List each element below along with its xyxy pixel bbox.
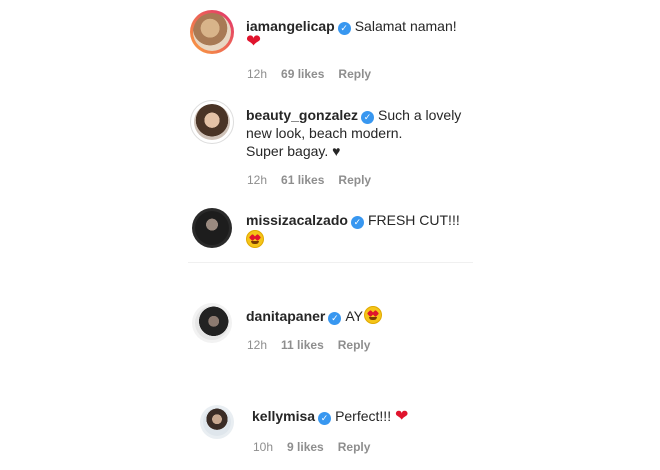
comment-time: 12h — [247, 173, 268, 187]
username[interactable]: beauty_gonzalez — [246, 107, 358, 123]
verified-check-icon: ✓ — [318, 412, 332, 425]
comment-meta: 12h 61 likes Reply — [247, 173, 385, 187]
reply-button[interactable]: Reply — [338, 338, 371, 352]
comment-body: Salamat naman! — [354, 18, 457, 34]
heart-eyes-face-emoji — [364, 306, 382, 324]
username[interactable]: kellymisa — [252, 408, 315, 424]
verified-check-icon: ✓ — [328, 312, 342, 325]
avatar[interactable] — [192, 208, 232, 248]
comment-text: iamangelicap ✓ Salamat naman! — [246, 17, 457, 35]
likes-count[interactable]: 11 likes — [281, 338, 324, 352]
divider — [188, 262, 473, 263]
comment-text: danitapaner ✓ AY — [246, 306, 382, 325]
comment-text-line: Super bagay. ♥ — [246, 143, 341, 159]
comment-meta: 10h 9 likes Reply — [253, 440, 384, 454]
verified-check-icon: ✓ — [337, 22, 351, 35]
likes-count[interactable]: 9 likes — [287, 440, 324, 454]
reply-button[interactable]: Reply — [338, 440, 371, 454]
username[interactable]: danitapaner — [246, 308, 325, 324]
verified-check-icon: ✓ — [350, 216, 364, 229]
likes-count[interactable]: 61 likes — [281, 173, 324, 187]
likes-count[interactable]: 69 likes — [281, 67, 324, 81]
comment-time: 12h — [247, 338, 268, 352]
avatar[interactable] — [200, 405, 234, 439]
reply-button[interactable]: Reply — [338, 67, 371, 81]
comment-body: Such a lovely — [378, 107, 462, 123]
red-heart-emoji: ❤ — [394, 406, 409, 425]
comment-time: 10h — [253, 440, 274, 454]
verified-check-icon: ✓ — [361, 111, 375, 124]
comment-text: missizacalzado ✓ FRESH CUT!!! — [246, 211, 460, 229]
comment-time: 12h — [247, 67, 268, 81]
comment-text: beauty_gonzalez ✓ Such a lovely — [246, 106, 461, 124]
comment-meta: 12h 69 likes Reply — [247, 67, 385, 81]
comment-body: FRESH CUT!!! — [367, 212, 460, 228]
comment-meta: 12h 11 likes Reply — [247, 338, 384, 352]
avatar[interactable] — [190, 10, 234, 54]
comment-text-line: new look, beach modern. — [246, 125, 403, 141]
heart-eyes-face-emoji — [246, 230, 264, 249]
comment-body: Perfect!!! — [335, 408, 392, 424]
comment-body: AY — [345, 308, 363, 324]
username[interactable]: missizacalzado — [246, 212, 348, 228]
comment-text: kellymisa ✓ Perfect!!! ❤ — [252, 407, 408, 425]
reply-button[interactable]: Reply — [338, 173, 371, 187]
red-heart-emoji: ❤ — [246, 31, 262, 52]
avatar[interactable] — [192, 303, 232, 343]
avatar[interactable] — [190, 100, 234, 144]
